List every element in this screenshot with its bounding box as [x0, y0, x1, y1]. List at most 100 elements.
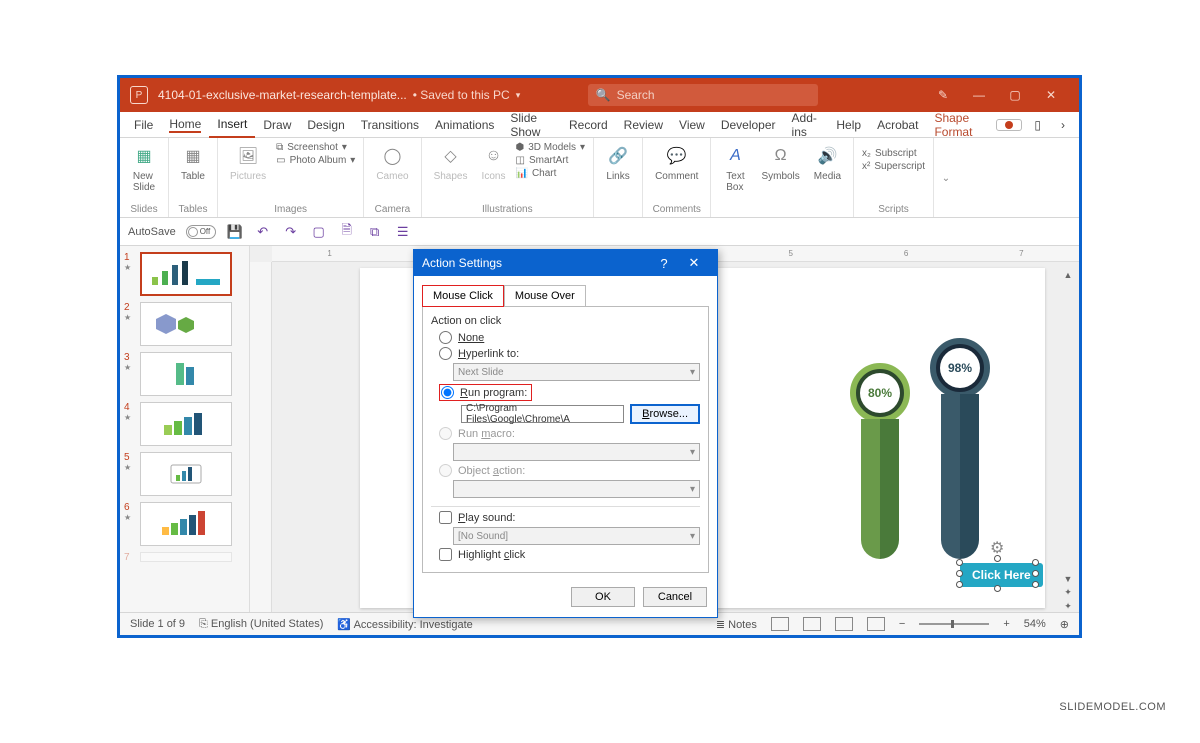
- pill-shape-98[interactable]: 98%: [930, 338, 990, 559]
- comment-button[interactable]: 💬Comment: [651, 142, 702, 184]
- menu-slideshow[interactable]: Slide Show: [502, 112, 561, 138]
- pictures-button[interactable]: 🖼Pictures: [226, 142, 270, 184]
- thumbnail-5[interactable]: 5★: [124, 452, 245, 496]
- click-here-button[interactable]: Click Here: [960, 563, 1043, 587]
- menu-view[interactable]: View: [671, 112, 713, 138]
- menu-addins[interactable]: Add-ins: [784, 112, 829, 138]
- 3d-models-button[interactable]: ⬢3D Models ▾: [516, 142, 586, 153]
- thumbnail-2[interactable]: 2★: [124, 302, 245, 346]
- icons-button[interactable]: ☺Icons: [478, 142, 510, 184]
- dialog-titlebar: Action Settings ? ✕: [414, 250, 717, 276]
- thumbnail-4[interactable]: 4★: [124, 402, 245, 446]
- cancel-button[interactable]: Cancel: [643, 587, 707, 607]
- qat-icon-2[interactable]: 🗎: [338, 223, 356, 241]
- cameo-button[interactable]: ◯Cameo: [372, 142, 412, 184]
- menu-draw[interactable]: Draw: [255, 112, 299, 138]
- qat-icon-4[interactable]: ☰: [394, 223, 412, 241]
- notes-button[interactable]: ≣ Notes: [716, 618, 757, 631]
- thumbnail-7[interactable]: 7: [124, 552, 245, 563]
- chevron-right-icon[interactable]: ›: [1053, 112, 1073, 138]
- menu-help[interactable]: Help: [828, 112, 869, 138]
- shapes-button[interactable]: ◇Shapes: [430, 142, 472, 184]
- menu-file[interactable]: File: [126, 112, 161, 138]
- screenshot-button[interactable]: ⧉Screenshot ▾: [276, 142, 355, 153]
- chart-icon: 📊: [516, 168, 528, 179]
- thumbnail-3[interactable]: 3★: [124, 352, 245, 396]
- undo-icon[interactable]: ↶: [254, 223, 272, 241]
- save-icon[interactable]: 💾: [226, 223, 244, 241]
- minimize-button[interactable]: —: [961, 78, 997, 112]
- chart-button[interactable]: 📊Chart: [516, 168, 586, 179]
- menu-insert[interactable]: Insert: [209, 112, 255, 138]
- view-normal[interactable]: [771, 617, 789, 631]
- text-box-button[interactable]: AText Box: [719, 142, 751, 195]
- autosave-toggle[interactable]: Off: [186, 225, 216, 239]
- ok-button[interactable]: OK: [571, 587, 635, 607]
- qat-icon-3[interactable]: ⧉: [366, 223, 384, 241]
- dialog-help-button[interactable]: ?: [649, 256, 679, 271]
- photo-album-button[interactable]: ▭Photo Album ▾: [276, 155, 355, 166]
- quick-access-toolbar: AutoSave Off 💾 ↶ ↷ ▢ 🗎 ⧉ ☰: [120, 218, 1079, 246]
- table-button[interactable]: ▦Table: [177, 142, 209, 184]
- zoom-slider[interactable]: [919, 623, 989, 625]
- pen-icon[interactable]: ✎: [925, 78, 961, 112]
- thumbnail-1[interactable]: 1★: [124, 252, 245, 296]
- tab-mouse-over[interactable]: Mouse Over: [504, 285, 586, 307]
- view-sorter[interactable]: [803, 617, 821, 631]
- radio-none[interactable]: None: [439, 331, 700, 344]
- qat-icon-1[interactable]: ▢: [310, 223, 328, 241]
- slide-counter[interactable]: Slide 1 of 9: [130, 618, 185, 630]
- menu-transitions[interactable]: Transitions: [353, 112, 427, 138]
- menu-developer[interactable]: Developer: [713, 112, 784, 138]
- maximize-button[interactable]: ▢: [997, 78, 1033, 112]
- document-name: 4104-01-exclusive-market-research-templa…: [158, 88, 407, 102]
- chevron-down-icon[interactable]: ▾: [516, 90, 521, 101]
- run-program-path[interactable]: C:\Program Files\Google\Chrome\A: [461, 405, 624, 423]
- record-button[interactable]: [996, 119, 1022, 131]
- checkbox-play-sound[interactable]: Play sound:: [439, 511, 700, 524]
- radio-hyperlink[interactable]: Hyperlink to:: [439, 347, 700, 360]
- superscript-button[interactable]: x² Superscript: [862, 161, 925, 172]
- radio-run-program[interactable]: [441, 386, 454, 399]
- dialog-close-button[interactable]: ✕: [679, 255, 709, 271]
- view-reading[interactable]: [835, 617, 853, 631]
- saved-status: • Saved to this PC: [413, 88, 510, 102]
- menubar: File Home Insert Draw Design Transitions…: [120, 112, 1079, 138]
- language-indicator[interactable]: ⎘ English (United States): [199, 618, 323, 631]
- tab-mouse-click[interactable]: Mouse Click: [422, 285, 504, 307]
- titlebar: P 4104-01-exclusive-market-research-temp…: [120, 78, 1079, 112]
- thumbnail-6[interactable]: 6★: [124, 502, 245, 546]
- screenshot-icon: ⧉: [276, 142, 283, 153]
- zoom-level[interactable]: 54%: [1024, 618, 1046, 630]
- symbols-button[interactable]: ΩSymbols: [757, 142, 803, 184]
- menu-acrobat[interactable]: Acrobat: [869, 112, 926, 138]
- new-slide-button[interactable]: ▦New Slide: [128, 142, 160, 195]
- media-button[interactable]: 🔊Media: [810, 142, 845, 184]
- scrollbar-vertical[interactable]: ▲▼✦✦: [1061, 270, 1075, 612]
- menu-shape-format[interactable]: Shape Format: [926, 112, 996, 138]
- menu-review[interactable]: Review: [616, 112, 671, 138]
- accessibility-status[interactable]: ♿ Accessibility: Investigate: [337, 618, 472, 631]
- zoom-out[interactable]: −: [899, 618, 905, 630]
- slide-thumbnails: 1★ 2★ 3★ 4★ 5★ 6★ 7: [120, 246, 250, 616]
- fit-to-window[interactable]: ⊕: [1060, 618, 1069, 631]
- close-button[interactable]: ✕: [1033, 78, 1069, 112]
- smartart-button[interactable]: ◫SmartArt: [516, 155, 586, 166]
- menu-record[interactable]: Record: [561, 112, 616, 138]
- redo-icon[interactable]: ↷: [282, 223, 300, 241]
- menu-home[interactable]: Home: [161, 112, 209, 138]
- table-icon: ▦: [181, 144, 205, 168]
- links-button[interactable]: 🔗Links: [602, 142, 634, 184]
- menu-animations[interactable]: Animations: [427, 112, 502, 138]
- view-slideshow[interactable]: [867, 617, 885, 631]
- checkbox-highlight-click[interactable]: Highlight click: [439, 548, 700, 561]
- chevron-down-icon[interactable]: ⌄: [942, 173, 950, 184]
- comment-icon: 💬: [665, 144, 689, 168]
- search-input[interactable]: 🔍 Search: [588, 84, 818, 106]
- menu-design[interactable]: Design: [299, 112, 352, 138]
- subscript-button[interactable]: x₂ Subscript: [862, 148, 925, 159]
- zoom-in[interactable]: +: [1003, 618, 1009, 630]
- pill-shape-80[interactable]: 80%: [850, 363, 910, 559]
- browse-button[interactable]: Browse...: [630, 404, 700, 424]
- ribbon-display-options[interactable]: ▯: [1026, 112, 1049, 138]
